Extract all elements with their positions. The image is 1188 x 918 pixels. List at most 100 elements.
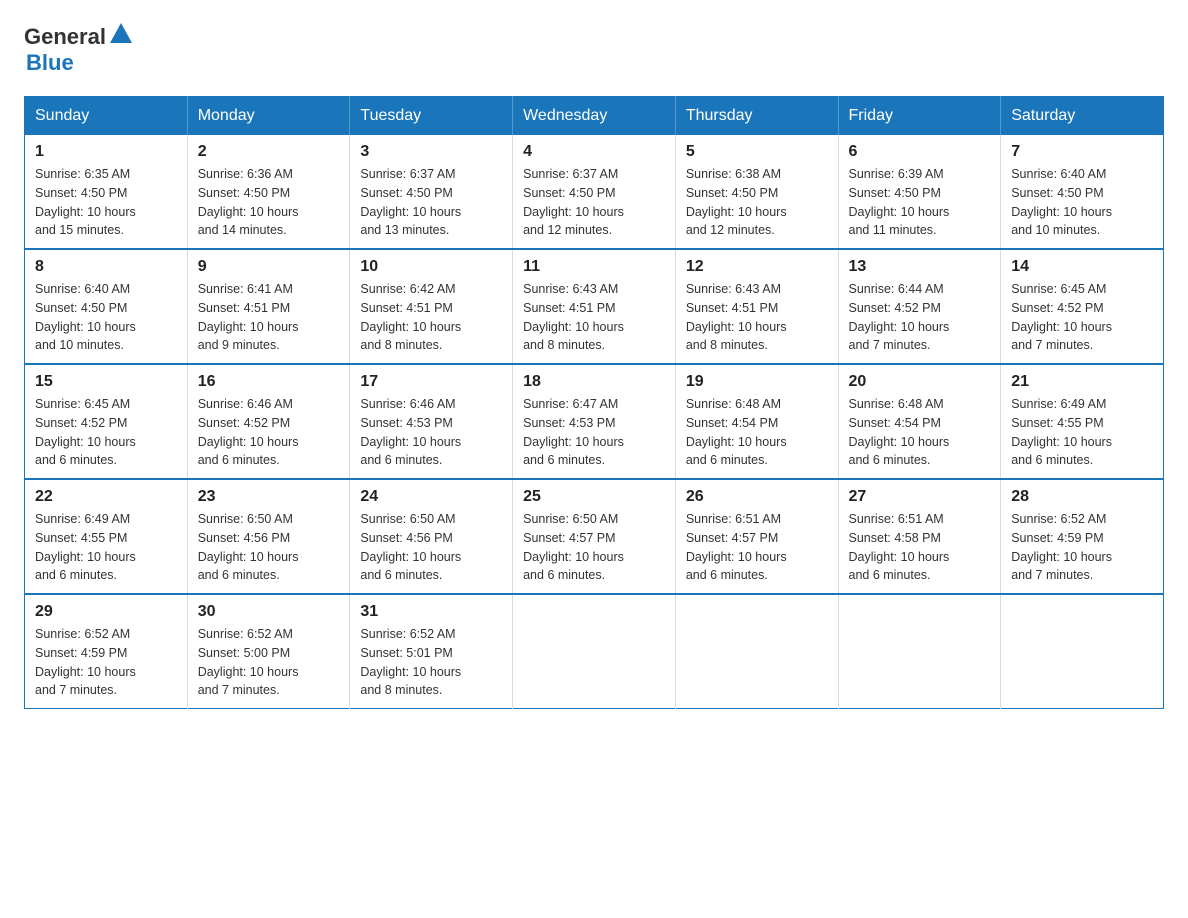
day-number: 2 — [198, 143, 340, 161]
calendar-cell: 13 Sunrise: 6:44 AM Sunset: 4:52 PM Dayl… — [838, 249, 1001, 364]
day-of-week-header: Wednesday — [513, 97, 676, 136]
day-number: 1 — [35, 143, 177, 161]
day-info: Sunrise: 6:52 AM Sunset: 4:59 PM Dayligh… — [35, 627, 136, 697]
calendar-cell: 16 Sunrise: 6:46 AM Sunset: 4:52 PM Dayl… — [187, 364, 350, 479]
day-number: 16 — [198, 373, 340, 391]
calendar-table: SundayMondayTuesdayWednesdayThursdayFrid… — [24, 96, 1164, 709]
day-info: Sunrise: 6:46 AM Sunset: 4:52 PM Dayligh… — [198, 397, 299, 467]
day-info: Sunrise: 6:51 AM Sunset: 4:58 PM Dayligh… — [849, 512, 950, 582]
day-info: Sunrise: 6:51 AM Sunset: 4:57 PM Dayligh… — [686, 512, 787, 582]
day-number: 11 — [523, 258, 665, 276]
day-number: 19 — [686, 373, 828, 391]
day-of-week-header: Saturday — [1001, 97, 1164, 136]
calendar-cell: 27 Sunrise: 6:51 AM Sunset: 4:58 PM Dayl… — [838, 479, 1001, 594]
logo: General Blue — [24, 24, 132, 76]
day-number: 29 — [35, 603, 177, 621]
calendar-week-row: 1 Sunrise: 6:35 AM Sunset: 4:50 PM Dayli… — [25, 135, 1164, 249]
day-info: Sunrise: 6:48 AM Sunset: 4:54 PM Dayligh… — [849, 397, 950, 467]
day-info: Sunrise: 6:43 AM Sunset: 4:51 PM Dayligh… — [686, 282, 787, 352]
calendar-cell — [1001, 594, 1164, 709]
day-info: Sunrise: 6:52 AM Sunset: 5:00 PM Dayligh… — [198, 627, 299, 697]
day-info: Sunrise: 6:40 AM Sunset: 4:50 PM Dayligh… — [35, 282, 136, 352]
calendar-cell: 4 Sunrise: 6:37 AM Sunset: 4:50 PM Dayli… — [513, 135, 676, 249]
day-number: 6 — [849, 143, 991, 161]
day-number: 25 — [523, 488, 665, 506]
day-info: Sunrise: 6:50 AM Sunset: 4:57 PM Dayligh… — [523, 512, 624, 582]
day-number: 18 — [523, 373, 665, 391]
day-info: Sunrise: 6:36 AM Sunset: 4:50 PM Dayligh… — [198, 167, 299, 237]
day-number: 23 — [198, 488, 340, 506]
day-info: Sunrise: 6:37 AM Sunset: 4:50 PM Dayligh… — [523, 167, 624, 237]
day-of-week-header: Sunday — [25, 97, 188, 136]
calendar-cell: 20 Sunrise: 6:48 AM Sunset: 4:54 PM Dayl… — [838, 364, 1001, 479]
calendar-cell: 30 Sunrise: 6:52 AM Sunset: 5:00 PM Dayl… — [187, 594, 350, 709]
day-number: 24 — [360, 488, 502, 506]
day-info: Sunrise: 6:45 AM Sunset: 4:52 PM Dayligh… — [35, 397, 136, 467]
logo-general-text: General — [24, 24, 106, 50]
day-info: Sunrise: 6:42 AM Sunset: 4:51 PM Dayligh… — [360, 282, 461, 352]
day-number: 28 — [1011, 488, 1153, 506]
logo-triangle-icon — [110, 23, 132, 43]
day-info: Sunrise: 6:47 AM Sunset: 4:53 PM Dayligh… — [523, 397, 624, 467]
calendar-cell: 29 Sunrise: 6:52 AM Sunset: 4:59 PM Dayl… — [25, 594, 188, 709]
day-number: 7 — [1011, 143, 1153, 161]
day-info: Sunrise: 6:43 AM Sunset: 4:51 PM Dayligh… — [523, 282, 624, 352]
calendar-cell: 3 Sunrise: 6:37 AM Sunset: 4:50 PM Dayli… — [350, 135, 513, 249]
calendar-cell: 15 Sunrise: 6:45 AM Sunset: 4:52 PM Dayl… — [25, 364, 188, 479]
calendar-header-row: SundayMondayTuesdayWednesdayThursdayFrid… — [25, 97, 1164, 136]
day-info: Sunrise: 6:44 AM Sunset: 4:52 PM Dayligh… — [849, 282, 950, 352]
day-number: 3 — [360, 143, 502, 161]
calendar-cell: 31 Sunrise: 6:52 AM Sunset: 5:01 PM Dayl… — [350, 594, 513, 709]
day-number: 30 — [198, 603, 340, 621]
day-number: 4 — [523, 143, 665, 161]
day-info: Sunrise: 6:41 AM Sunset: 4:51 PM Dayligh… — [198, 282, 299, 352]
calendar-cell: 11 Sunrise: 6:43 AM Sunset: 4:51 PM Dayl… — [513, 249, 676, 364]
calendar-cell — [513, 594, 676, 709]
calendar-cell: 8 Sunrise: 6:40 AM Sunset: 4:50 PM Dayli… — [25, 249, 188, 364]
day-number: 5 — [686, 143, 828, 161]
page-header: General Blue — [24, 24, 1164, 76]
calendar-cell: 28 Sunrise: 6:52 AM Sunset: 4:59 PM Dayl… — [1001, 479, 1164, 594]
calendar-week-row: 29 Sunrise: 6:52 AM Sunset: 4:59 PM Dayl… — [25, 594, 1164, 709]
calendar-cell: 1 Sunrise: 6:35 AM Sunset: 4:50 PM Dayli… — [25, 135, 188, 249]
day-info: Sunrise: 6:52 AM Sunset: 4:59 PM Dayligh… — [1011, 512, 1112, 582]
day-number: 15 — [35, 373, 177, 391]
calendar-cell: 9 Sunrise: 6:41 AM Sunset: 4:51 PM Dayli… — [187, 249, 350, 364]
calendar-week-row: 8 Sunrise: 6:40 AM Sunset: 4:50 PM Dayli… — [25, 249, 1164, 364]
day-number: 21 — [1011, 373, 1153, 391]
calendar-week-row: 15 Sunrise: 6:45 AM Sunset: 4:52 PM Dayl… — [25, 364, 1164, 479]
day-info: Sunrise: 6:40 AM Sunset: 4:50 PM Dayligh… — [1011, 167, 1112, 237]
day-number: 31 — [360, 603, 502, 621]
day-number: 26 — [686, 488, 828, 506]
day-number: 8 — [35, 258, 177, 276]
day-info: Sunrise: 6:39 AM Sunset: 4:50 PM Dayligh… — [849, 167, 950, 237]
day-number: 17 — [360, 373, 502, 391]
calendar-cell: 6 Sunrise: 6:39 AM Sunset: 4:50 PM Dayli… — [838, 135, 1001, 249]
calendar-cell — [838, 594, 1001, 709]
calendar-cell: 18 Sunrise: 6:47 AM Sunset: 4:53 PM Dayl… — [513, 364, 676, 479]
calendar-cell: 14 Sunrise: 6:45 AM Sunset: 4:52 PM Dayl… — [1001, 249, 1164, 364]
calendar-cell: 22 Sunrise: 6:49 AM Sunset: 4:55 PM Dayl… — [25, 479, 188, 594]
day-number: 10 — [360, 258, 502, 276]
calendar-cell — [675, 594, 838, 709]
calendar-cell: 26 Sunrise: 6:51 AM Sunset: 4:57 PM Dayl… — [675, 479, 838, 594]
day-number: 12 — [686, 258, 828, 276]
day-of-week-header: Friday — [838, 97, 1001, 136]
day-info: Sunrise: 6:50 AM Sunset: 4:56 PM Dayligh… — [198, 512, 299, 582]
day-info: Sunrise: 6:49 AM Sunset: 4:55 PM Dayligh… — [35, 512, 136, 582]
calendar-cell: 24 Sunrise: 6:50 AM Sunset: 4:56 PM Dayl… — [350, 479, 513, 594]
calendar-cell: 7 Sunrise: 6:40 AM Sunset: 4:50 PM Dayli… — [1001, 135, 1164, 249]
day-of-week-header: Tuesday — [350, 97, 513, 136]
day-info: Sunrise: 6:52 AM Sunset: 5:01 PM Dayligh… — [360, 627, 461, 697]
calendar-cell: 12 Sunrise: 6:43 AM Sunset: 4:51 PM Dayl… — [675, 249, 838, 364]
day-info: Sunrise: 6:46 AM Sunset: 4:53 PM Dayligh… — [360, 397, 461, 467]
calendar-cell: 10 Sunrise: 6:42 AM Sunset: 4:51 PM Dayl… — [350, 249, 513, 364]
calendar-cell: 17 Sunrise: 6:46 AM Sunset: 4:53 PM Dayl… — [350, 364, 513, 479]
calendar-cell: 21 Sunrise: 6:49 AM Sunset: 4:55 PM Dayl… — [1001, 364, 1164, 479]
day-info: Sunrise: 6:45 AM Sunset: 4:52 PM Dayligh… — [1011, 282, 1112, 352]
day-info: Sunrise: 6:38 AM Sunset: 4:50 PM Dayligh… — [686, 167, 787, 237]
day-number: 27 — [849, 488, 991, 506]
day-number: 13 — [849, 258, 991, 276]
calendar-cell: 23 Sunrise: 6:50 AM Sunset: 4:56 PM Dayl… — [187, 479, 350, 594]
calendar-cell: 5 Sunrise: 6:38 AM Sunset: 4:50 PM Dayli… — [675, 135, 838, 249]
